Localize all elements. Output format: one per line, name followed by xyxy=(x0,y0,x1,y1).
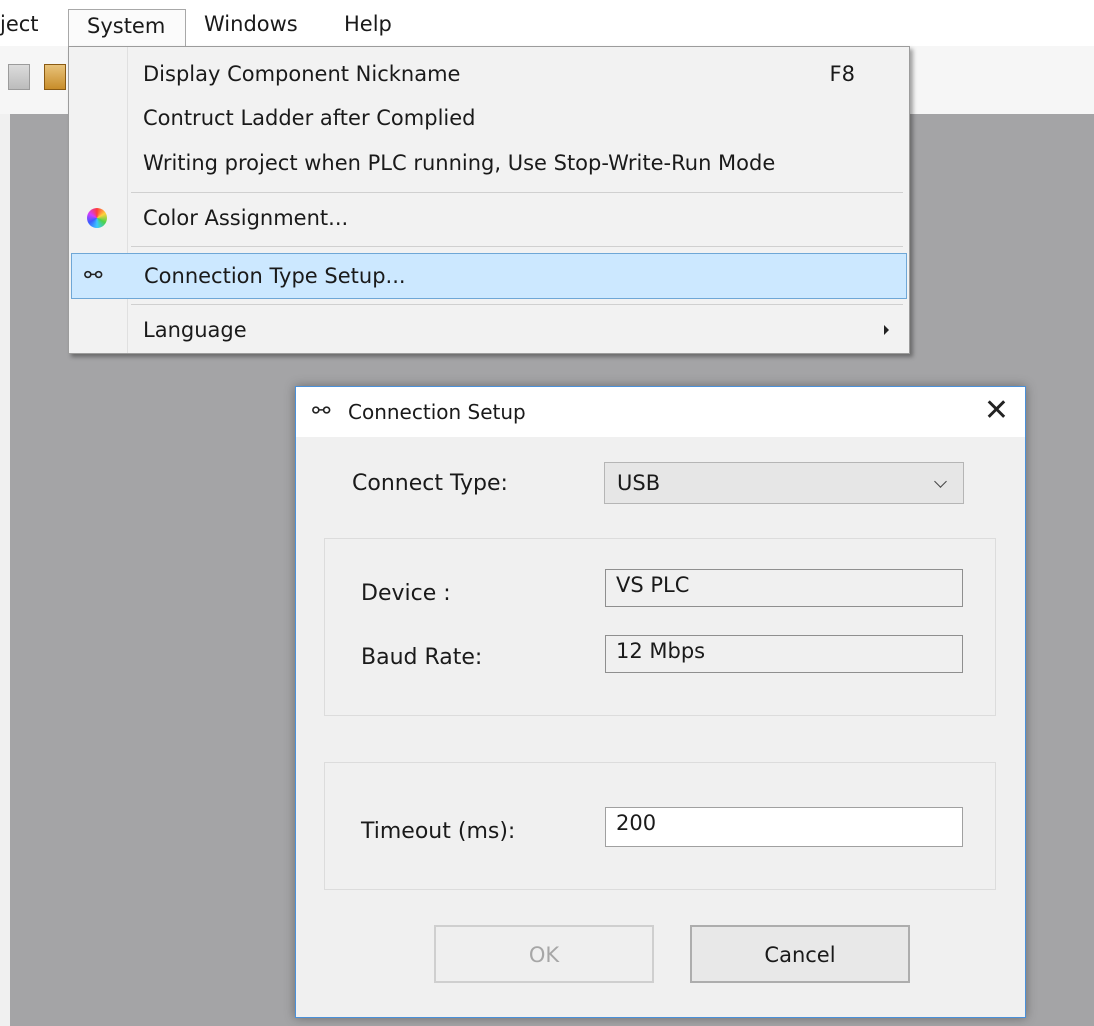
baud-rate-field: 12 Mbps xyxy=(605,635,963,673)
connection-setup-icon: ⚯ xyxy=(312,399,331,424)
baud-rate-label: Baud Rate: xyxy=(361,645,483,670)
workspace-left-edge xyxy=(0,114,10,1026)
menu-item-label: Language xyxy=(143,318,247,342)
menu-project[interactable]: ject xyxy=(0,12,39,36)
menu-windows[interactable]: Windows xyxy=(204,12,298,36)
menu-item-label: Writing project when PLC running, Use St… xyxy=(143,151,776,175)
menu-separator xyxy=(131,246,903,247)
menu-separator xyxy=(131,304,903,305)
connection-setup-icon: ⚯ xyxy=(84,263,103,289)
menu-item-connection-type-setup[interactable]: ⚯ Connection Type Setup... xyxy=(71,253,907,299)
dialog-title-bar[interactable]: ⚯ Connection Setup ✕ xyxy=(296,387,1025,437)
menu-item-language[interactable]: Language xyxy=(71,309,907,351)
menu-item-display-nickname[interactable]: Display Component Nickname F8 xyxy=(71,53,907,95)
menu-item-label: Connection Type Setup... xyxy=(144,264,406,288)
menu-item-label: Contruct Ladder after Complied xyxy=(143,106,476,130)
ok-button[interactable]: OK xyxy=(434,925,654,983)
menu-bar: ject System Windows Help xyxy=(0,0,1094,47)
device-group: Device : VS PLC Baud Rate: 12 Mbps xyxy=(324,538,996,716)
timeout-label: Timeout (ms): xyxy=(361,819,516,844)
color-wheel-icon xyxy=(87,208,107,228)
menu-help[interactable]: Help xyxy=(344,12,392,36)
menu-item-label: Display Component Nickname xyxy=(143,62,461,86)
menu-item-label: Color Assignment... xyxy=(143,206,349,230)
menu-item-color-assignment[interactable]: Color Assignment... xyxy=(71,197,907,239)
menu-item-stop-write-run[interactable]: Writing project when PLC running, Use St… xyxy=(71,142,907,184)
menu-item-construct-ladder[interactable]: Contruct Ladder after Complied xyxy=(71,97,907,139)
menu-item-shortcut: F8 xyxy=(829,62,855,86)
device-label: Device : xyxy=(361,581,451,606)
device-field: VS PLC xyxy=(605,569,963,607)
toolbar-document-icon[interactable] xyxy=(8,64,30,90)
menu-separator xyxy=(131,192,903,193)
connection-setup-dialog: ⚯ Connection Setup ✕ Connect Type: USB D… xyxy=(295,386,1026,1018)
timeout-group: Timeout (ms): 200 xyxy=(324,762,996,890)
timeout-input[interactable]: 200 xyxy=(605,807,963,847)
dialog-title: Connection Setup xyxy=(348,400,526,424)
menu-system[interactable]: System xyxy=(68,9,186,47)
connect-type-select[interactable]: USB xyxy=(604,462,964,504)
chevron-down-icon xyxy=(934,475,947,488)
submenu-arrow-icon xyxy=(884,325,889,335)
close-icon[interactable]: ✕ xyxy=(984,393,1009,428)
cancel-button[interactable]: Cancel xyxy=(690,925,910,983)
menu-system-label: System xyxy=(87,14,166,38)
connect-type-value: USB xyxy=(617,471,661,495)
system-dropdown-menu: Display Component Nickname F8 Contruct L… xyxy=(68,46,910,354)
toolbar-project-icon[interactable] xyxy=(44,64,66,90)
connect-type-label: Connect Type: xyxy=(352,471,508,496)
